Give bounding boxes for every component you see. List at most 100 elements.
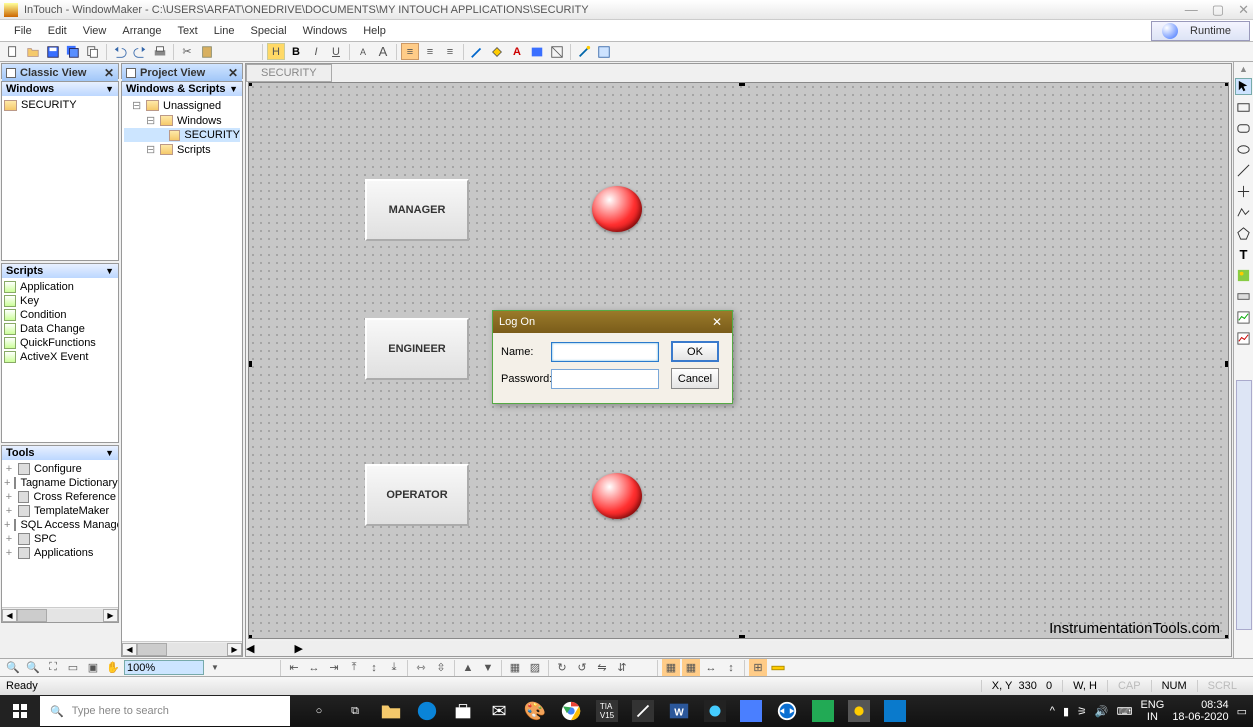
tools-item[interactable]: +Cross Reference	[4, 490, 116, 504]
tray-up-icon[interactable]: ^	[1050, 705, 1055, 717]
cut-icon[interactable]: ✂	[178, 43, 196, 60]
tools-item[interactable]: +Tagname Dictionary	[4, 476, 116, 490]
canvas-button-operator[interactable]: OPERATOR	[365, 464, 469, 526]
copy-icon[interactable]	[84, 43, 102, 60]
menu-edit[interactable]: Edit	[40, 25, 75, 37]
bitmap-tool-icon[interactable]	[1235, 267, 1252, 284]
snap-grid-b-icon[interactable]: ▦	[682, 659, 700, 676]
scripts-item[interactable]: Data Change	[4, 322, 116, 336]
start-button[interactable]	[0, 695, 40, 727]
dialog-close-icon[interactable]: ✕	[708, 314, 726, 330]
scroll-thumb[interactable]	[137, 643, 167, 656]
rounded-rect-tool-icon[interactable]	[1235, 120, 1252, 137]
app1-icon[interactable]	[632, 700, 654, 722]
scripts-item[interactable]: ActiveX Event	[4, 350, 116, 364]
paste-icon[interactable]	[198, 43, 216, 60]
bring-front-icon[interactable]: ▲	[459, 659, 477, 676]
canvas-button-engineer[interactable]: ENGINEER	[365, 318, 469, 380]
horizontal-scrollbar[interactable]: ◀ ▶	[2, 607, 118, 622]
tools-item[interactable]: +Configure	[4, 462, 116, 476]
align-center-h-icon[interactable]: ↔	[305, 659, 323, 676]
paint-icon[interactable]: 🎨	[524, 700, 546, 722]
rotate-ccw-icon[interactable]: ↺	[573, 659, 591, 676]
scripts-item[interactable]: Application	[4, 280, 116, 294]
font-increase-icon[interactable]: A	[374, 43, 392, 60]
text-color-icon[interactable]: A	[508, 43, 526, 60]
language-indicator[interactable]: ENGIN	[1140, 699, 1164, 723]
scripts-item[interactable]: QuickFunctions	[4, 336, 116, 350]
pan-icon[interactable]: ✋	[104, 659, 122, 676]
close-button[interactable]: ✕	[1238, 2, 1249, 18]
menu-windows[interactable]: Windows	[295, 25, 356, 37]
scroll-right-icon[interactable]: ▶	[227, 643, 242, 656]
rotate-cw-icon[interactable]: ↻	[553, 659, 571, 676]
fill-color-icon[interactable]	[488, 43, 506, 60]
tree-item[interactable]: ⊟Scripts	[124, 142, 240, 157]
zoom-out-icon[interactable]: 🔍	[4, 659, 22, 676]
zoom-window-icon[interactable]: ▭	[64, 659, 82, 676]
led-indicator[interactable]	[592, 186, 642, 232]
password-input[interactable]	[551, 369, 659, 389]
edge-icon[interactable]	[416, 700, 438, 722]
zoom-fit-icon[interactable]: ⛶	[44, 659, 62, 676]
file-explorer-icon[interactable]	[380, 700, 402, 722]
scripts-item[interactable]: Key	[4, 294, 116, 308]
runtime-button[interactable]: Runtime	[1151, 21, 1250, 41]
flip-h-icon[interactable]: ⇋	[593, 659, 611, 676]
menu-view[interactable]: View	[75, 25, 115, 37]
teamviewer-icon[interactable]	[776, 700, 798, 722]
align-left-icon[interactable]: ≡	[401, 43, 419, 60]
intouch-icon[interactable]	[884, 700, 906, 722]
keyboard-icon[interactable]: ⌨	[1117, 705, 1133, 718]
word-icon[interactable]: W	[668, 700, 690, 722]
snap-grid-a-icon[interactable]: ▦	[662, 659, 680, 676]
zoom-dropdown-icon[interactable]: ▼	[206, 659, 224, 676]
redo-icon[interactable]	[131, 43, 149, 60]
distribute-v-icon[interactable]: ⇳	[432, 659, 450, 676]
taskbar-search[interactable]: 🔍 Type here to search	[40, 696, 290, 726]
menu-special[interactable]: Special	[242, 25, 294, 37]
space-h-icon[interactable]: ↔	[702, 659, 720, 676]
zoom-in-icon[interactable]: 🔍	[24, 659, 42, 676]
align-bottom-icon[interactable]: ⤓	[385, 659, 403, 676]
ungroup-icon[interactable]: ▨	[526, 659, 544, 676]
canvas-tab[interactable]: SECURITY	[246, 64, 332, 82]
tools-section-header[interactable]: Tools▼	[2, 446, 118, 460]
canvas-horizontal-scrollbar[interactable]: ◀ ▶	[246, 641, 1231, 656]
led-indicator[interactable]	[592, 473, 642, 519]
transparent-icon[interactable]	[548, 43, 566, 60]
notifications-icon[interactable]: ▭	[1237, 705, 1247, 718]
window-color-icon[interactable]	[528, 43, 546, 60]
line-tool-icon[interactable]	[1235, 162, 1252, 179]
tools-item[interactable]: +SQL Access Manager	[4, 518, 116, 532]
wifi-icon[interactable]: ⚞	[1077, 705, 1087, 718]
highlight-icon[interactable]: H	[267, 43, 285, 60]
menu-help[interactable]: Help	[355, 25, 394, 37]
align-left-icon[interactable]: ⇤	[285, 659, 303, 676]
cancel-button[interactable]: Cancel	[671, 368, 719, 389]
menu-line[interactable]: Line	[206, 25, 243, 37]
task-view-icon[interactable]: ⧉	[344, 700, 366, 722]
windows-section-header[interactable]: Windows▼	[2, 82, 118, 96]
app2-icon[interactable]	[704, 700, 726, 722]
store-icon[interactable]	[452, 700, 474, 722]
scroll-thumb[interactable]	[17, 609, 47, 622]
tree-item[interactable]: ⊟Windows	[124, 113, 240, 128]
menu-text[interactable]: Text	[170, 25, 206, 37]
app4-icon[interactable]	[812, 700, 834, 722]
scroll-left-icon[interactable]: ◀	[122, 643, 137, 656]
polygon-tool-icon[interactable]	[1235, 225, 1252, 242]
tree-item[interactable]: SECURITY	[124, 128, 240, 142]
line-color-icon[interactable]	[468, 43, 486, 60]
scroll-right-icon[interactable]: ▶	[103, 609, 118, 622]
underline-icon[interactable]: U	[327, 43, 345, 60]
dialog-titlebar[interactable]: Log On ✕	[493, 311, 732, 333]
tools-item[interactable]: +SPC	[4, 532, 116, 546]
tools-item[interactable]: +Applications	[4, 546, 116, 560]
battery-icon[interactable]: ▮	[1063, 705, 1069, 718]
zoom-actual-icon[interactable]: ▣	[84, 659, 102, 676]
polyline-tool-icon[interactable]	[1235, 204, 1252, 221]
horizontal-scrollbar[interactable]: ◀ ▶	[122, 641, 242, 656]
scripts-section-header[interactable]: Scripts▼	[2, 264, 118, 278]
ruler-icon[interactable]	[769, 659, 787, 676]
